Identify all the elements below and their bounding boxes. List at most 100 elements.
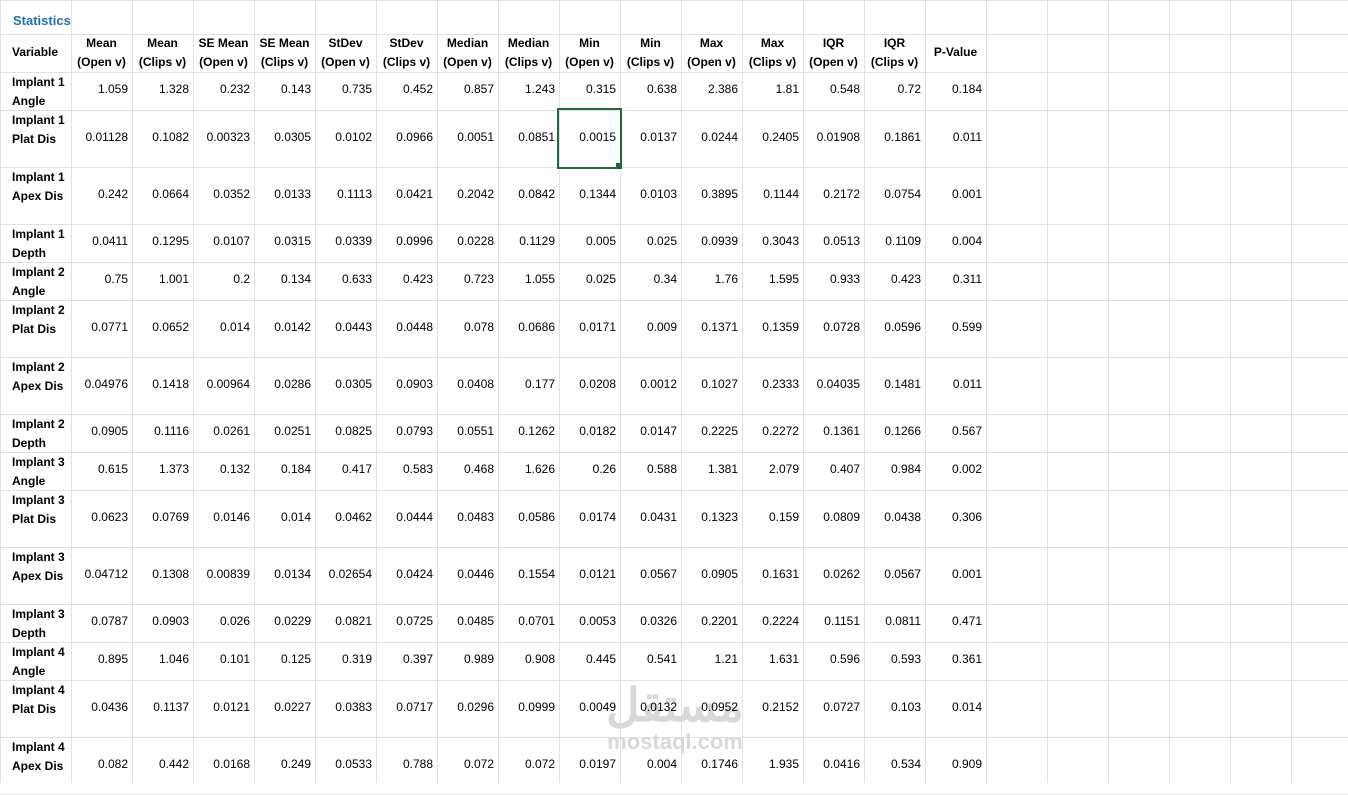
table-cell[interactable]: 0.989 — [437, 652, 494, 666]
table-cell[interactable]: 0.002 — [925, 462, 982, 476]
table-cell[interactable]: 0.0586 — [498, 510, 555, 524]
table-cell[interactable]: 0.1144 — [742, 187, 799, 201]
table-cell[interactable]: 1.935 — [742, 757, 799, 771]
table-cell[interactable]: 0.0182 — [559, 424, 616, 438]
table-cell[interactable]: 0.004 — [620, 757, 677, 771]
table-cell[interactable]: 0.0436 — [71, 700, 128, 714]
table-cell[interactable]: 0.548 — [803, 82, 860, 96]
table-cell[interactable]: 0.1371 — [681, 320, 738, 334]
table-cell[interactable]: 0.361 — [925, 652, 982, 666]
table-cell[interactable]: 1.81 — [742, 82, 799, 96]
table-cell[interactable]: 0.0326 — [620, 614, 677, 628]
table-cell[interactable]: 0.0197 — [559, 757, 616, 771]
table-cell[interactable]: 0.009 — [620, 320, 677, 334]
table-cell[interactable]: 0.1109 — [864, 234, 921, 248]
table-cell[interactable]: 0.0286 — [254, 377, 311, 391]
table-cell[interactable]: 0.125 — [254, 652, 311, 666]
table-cell[interactable]: 0.014 — [254, 510, 311, 524]
table-cell[interactable]: 0.1295 — [132, 234, 189, 248]
table-cell[interactable]: 0.0725 — [376, 614, 433, 628]
table-cell[interactable]: 0.72 — [864, 82, 921, 96]
table-cell[interactable]: 0.423 — [376, 272, 433, 286]
table-cell[interactable]: 0.534 — [864, 757, 921, 771]
table-cell[interactable]: 0.895 — [71, 652, 128, 666]
table-cell[interactable]: 0.01128 — [71, 130, 129, 144]
table-cell[interactable]: 0.0228 — [437, 234, 494, 248]
table-cell[interactable]: 0.0446 — [437, 567, 494, 581]
table-cell[interactable]: 0.0251 — [254, 424, 311, 438]
table-cell[interactable]: 1.001 — [132, 272, 189, 286]
table-cell[interactable]: 0.583 — [376, 462, 433, 476]
table-cell[interactable]: 0.143 — [254, 82, 311, 96]
table-cell[interactable]: 0.0966 — [376, 130, 433, 144]
table-cell[interactable]: 0.0174 — [559, 510, 616, 524]
table-cell[interactable]: 0.04712 — [71, 567, 128, 581]
table-cell[interactable]: 0.0262 — [803, 567, 860, 581]
table-cell[interactable]: 0.908 — [498, 652, 555, 666]
table-cell[interactable]: 1.626 — [498, 462, 555, 476]
table-cell[interactable]: 0.1266 — [864, 424, 921, 438]
table-cell[interactable]: 0.633 — [315, 272, 372, 286]
table-cell[interactable]: 1.046 — [132, 652, 189, 666]
table-cell[interactable]: 0.735 — [315, 82, 372, 96]
table-cell[interactable]: 0.0438 — [864, 510, 921, 524]
table-cell[interactable]: 0.0903 — [376, 377, 433, 391]
table-cell[interactable]: 0.0168 — [193, 757, 250, 771]
table-cell[interactable]: 0.1137 — [132, 700, 189, 714]
table-cell[interactable]: 0.2333 — [742, 377, 799, 391]
table-cell[interactable]: 1.76 — [681, 272, 738, 286]
table-cell[interactable]: 0.0107 — [193, 234, 250, 248]
table-cell[interactable]: 1.595 — [742, 272, 799, 286]
table-cell[interactable]: 0.014 — [193, 320, 250, 334]
table-cell[interactable]: 0.0485 — [437, 614, 494, 628]
table-cell[interactable]: 0.0421 — [376, 187, 433, 201]
table-cell[interactable]: 0.1746 — [681, 757, 738, 771]
table-cell[interactable]: 0.0905 — [681, 567, 738, 581]
table-cell[interactable]: 0.0133 — [254, 187, 311, 201]
table-cell[interactable]: 0.0352 — [193, 187, 250, 201]
table-cell[interactable]: 0.0051 — [437, 130, 494, 144]
table-cell[interactable]: 0.909 — [925, 757, 982, 771]
table-cell[interactable]: 0.26 — [559, 462, 616, 476]
table-cell[interactable]: 0.0443 — [315, 320, 372, 334]
table-cell[interactable]: 0.0787 — [71, 614, 128, 628]
table-cell[interactable]: 0.0513 — [803, 234, 860, 248]
table-cell[interactable]: 0.417 — [315, 462, 372, 476]
table-cell[interactable]: 0.02654 — [315, 567, 372, 581]
table-cell[interactable]: 0.0664 — [132, 187, 189, 201]
table-cell[interactable]: 0.0053 — [559, 614, 616, 628]
table-cell[interactable]: 0.2272 — [742, 424, 799, 438]
table-cell[interactable]: 0.0444 — [376, 510, 433, 524]
table-cell[interactable]: 0.025 — [620, 234, 677, 248]
table-cell[interactable]: 0.1344 — [559, 187, 616, 201]
table-cell[interactable]: 0.1262 — [498, 424, 555, 438]
table-cell[interactable]: 0.0727 — [803, 700, 860, 714]
table-cell[interactable]: 0.0305 — [315, 377, 372, 391]
table-cell[interactable]: 0.0227 — [254, 700, 311, 714]
table-cell[interactable]: 0.588 — [620, 462, 677, 476]
table-cell[interactable]: 0.0431 — [620, 510, 677, 524]
table-cell[interactable]: 0.0825 — [315, 424, 372, 438]
table-cell[interactable]: 0.857 — [437, 82, 494, 96]
table-cell[interactable]: 0.0903 — [132, 614, 189, 628]
table-cell[interactable]: 0.0411 — [71, 234, 128, 248]
table-cell[interactable]: 0.004 — [925, 234, 982, 248]
table-cell[interactable]: 0.306 — [925, 510, 982, 524]
table-cell[interactable]: 2.079 — [742, 462, 799, 476]
table-cell[interactable]: 0.0533 — [315, 757, 372, 771]
table-cell[interactable]: 0.072 — [437, 757, 494, 771]
table-cell[interactable]: 0.1361 — [803, 424, 860, 438]
table-cell[interactable]: 0.1418 — [132, 377, 189, 391]
table-cell[interactable]: 0.1116 — [132, 424, 189, 438]
table-cell[interactable]: 0.933 — [803, 272, 860, 286]
table-cell[interactable]: 1.055 — [498, 272, 555, 286]
fill-handle[interactable] — [616, 163, 621, 168]
table-cell[interactable]: 0.407 — [803, 462, 860, 476]
table-cell[interactable]: 0.184 — [925, 82, 982, 96]
table-cell[interactable]: 0.1323 — [681, 510, 738, 524]
table-cell[interactable]: 0.0424 — [376, 567, 433, 581]
table-cell[interactable]: 0.0809 — [803, 510, 860, 524]
table-cell[interactable]: 0.0999 — [498, 700, 555, 714]
table-cell[interactable]: 0.132 — [193, 462, 250, 476]
table-cell[interactable]: 0.1481 — [864, 377, 921, 391]
